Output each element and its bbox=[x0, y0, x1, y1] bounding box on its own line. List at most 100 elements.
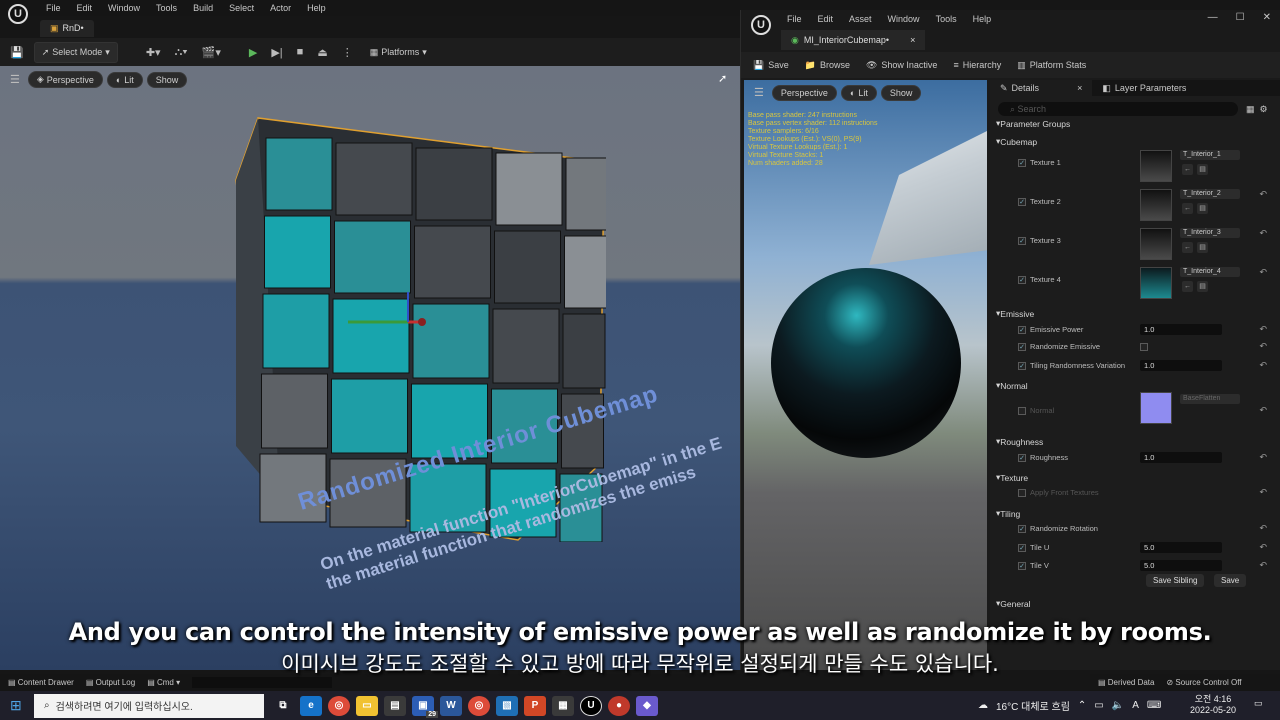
normal-reset-icon[interactable]: ↶ bbox=[1259, 405, 1267, 416]
menu-window[interactable]: Window bbox=[100, 3, 148, 13]
emissive-power-checkbox[interactable]: ✓ bbox=[1018, 325, 1026, 334]
chrome-icon[interactable]: ◎ bbox=[328, 695, 350, 716]
file-explorer-icon[interactable]: ▭ bbox=[356, 695, 378, 716]
toolbar-show-inactive-button[interactable]: 👁 Show Inactive bbox=[866, 60, 937, 71]
apply-front-textures-reset-icon[interactable]: ↶ bbox=[1259, 487, 1267, 498]
details-search-input[interactable]: ⌕ Search bbox=[998, 102, 1238, 116]
texture-1-asset-select[interactable]: T_Interior_1 bbox=[1180, 150, 1240, 160]
group-texture[interactable]: ▾ Texture bbox=[990, 470, 1280, 485]
texture-4-asset-select[interactable]: T_Interior_4 bbox=[1180, 267, 1240, 277]
maximize-icon[interactable]: ☐ bbox=[1236, 12, 1245, 23]
save-button[interactable]: Save bbox=[1214, 574, 1247, 587]
material-menu-edit[interactable]: Edit bbox=[810, 14, 842, 24]
browse-icon[interactable]: ▤ bbox=[1197, 242, 1208, 253]
menu-file[interactable]: File bbox=[38, 3, 69, 13]
tile-u-reset-icon[interactable]: ↶ bbox=[1259, 542, 1267, 553]
texture-4-thumbnail[interactable] bbox=[1140, 267, 1172, 299]
texture-3-reset-icon[interactable]: ↶ bbox=[1259, 228, 1267, 239]
table-view-icon[interactable]: ▦ bbox=[1246, 104, 1255, 115]
close-icon[interactable]: × bbox=[1077, 83, 1082, 93]
unreal-logo-icon[interactable]: U bbox=[8, 4, 28, 24]
hamburger-icon[interactable]: ☰ bbox=[750, 84, 768, 101]
randomize-rotation-reset-icon[interactable]: ↶ bbox=[1259, 523, 1267, 534]
use-selected-icon[interactable]: ← bbox=[1182, 164, 1193, 175]
tiling-randomness-checkbox[interactable]: ✓ bbox=[1018, 361, 1026, 370]
toolbar-hierarchy-button[interactable]: ≡ Hierarchy bbox=[953, 60, 1001, 70]
emissive-power-reset-icon[interactable]: ↶ bbox=[1259, 324, 1267, 335]
badge-app-icon[interactable]: ▣ 29 bbox=[412, 695, 438, 718]
group-cubemap[interactable]: ▾ Cubemap bbox=[990, 134, 1280, 149]
material-menu-asset[interactable]: Asset bbox=[841, 14, 880, 24]
preview-lit-button[interactable]: ◐ Lit bbox=[840, 84, 877, 101]
use-selected-icon[interactable]: ← bbox=[1182, 242, 1193, 253]
preview-show-button[interactable]: Show bbox=[880, 84, 922, 101]
windows-start-icon[interactable]: ⊞ bbox=[10, 697, 22, 714]
app-3-icon[interactable]: ◆ bbox=[636, 695, 658, 716]
details-tab[interactable]: ✎ Details × bbox=[990, 80, 1093, 96]
tile-v-value-input[interactable]: 5.0 bbox=[1140, 560, 1222, 571]
tile-u-checkbox[interactable]: ✓ bbox=[1018, 543, 1026, 552]
content-drawer-button[interactable]: ▤ Content Drawer bbox=[8, 678, 74, 687]
weather-text[interactable]: 16°C 대체로 흐림 bbox=[996, 698, 1070, 713]
randomize-emissive-value-checkbox[interactable] bbox=[1140, 342, 1148, 351]
save-sibling-button[interactable]: Save Sibling bbox=[1146, 574, 1205, 587]
save-icon[interactable]: 💾 bbox=[6, 44, 28, 61]
stop-icon[interactable]: ■ bbox=[293, 44, 308, 60]
edge-icon[interactable]: e bbox=[300, 695, 322, 716]
group-general[interactable]: ▾ General bbox=[990, 596, 1280, 611]
close-tab-icon[interactable]: × bbox=[910, 35, 915, 45]
output-log-button[interactable]: ▤ Output Log bbox=[86, 678, 135, 687]
source-control-button[interactable]: ⊘ Source Control Off bbox=[1166, 678, 1241, 687]
select-cursor-icon[interactable]: ➚ bbox=[714, 70, 731, 87]
menu-build[interactable]: Build bbox=[185, 3, 221, 13]
texture-4-checkbox[interactable]: ✓ bbox=[1018, 275, 1026, 284]
group-parameter_groups[interactable]: ▾ Parameter Groups bbox=[990, 116, 1280, 131]
texture-3-asset-select[interactable]: T_Interior_3 bbox=[1180, 228, 1240, 238]
select-mode-button[interactable]: ➚ Select Mode ▾ bbox=[33, 41, 118, 63]
network-icon[interactable]: ▭ bbox=[1094, 700, 1103, 711]
play-icon[interactable]: ▶ bbox=[245, 44, 261, 61]
roughness-reset-icon[interactable]: ↶ bbox=[1259, 452, 1267, 463]
browse-icon[interactable]: ▤ bbox=[1197, 281, 1208, 292]
hamburger-icon[interactable]: ☰ bbox=[6, 71, 24, 88]
settings-gear-icon[interactable]: ⚙ bbox=[1260, 104, 1268, 115]
perspective-button[interactable]: ◈ Perspective bbox=[27, 71, 103, 88]
lit-button[interactable]: ◐ Lit bbox=[106, 71, 143, 88]
cmd-button[interactable]: ▤ Cmd ▾ bbox=[147, 678, 180, 687]
tile-v-reset-icon[interactable]: ↶ bbox=[1259, 560, 1267, 571]
chrome-alt-icon[interactable]: ◎ bbox=[468, 695, 490, 716]
apply-front-textures-checkbox[interactable] bbox=[1018, 488, 1026, 497]
volume-icon[interactable]: 🔈 bbox=[1112, 700, 1124, 711]
texture-2-checkbox[interactable]: ✓ bbox=[1018, 197, 1026, 206]
texture-1-thumbnail[interactable] bbox=[1140, 150, 1172, 182]
eject-icon[interactable]: ⏏ bbox=[313, 44, 331, 61]
texture-4-reset-icon[interactable]: ↶ bbox=[1259, 267, 1267, 278]
level-tab[interactable]: ▣ RnD• bbox=[40, 19, 94, 37]
material-tab[interactable]: ◉ MI_InteriorCubemap• × bbox=[781, 30, 926, 50]
material-menu-file[interactable]: File bbox=[779, 14, 810, 24]
toolbar-platform-stats-button[interactable]: ▥ Platform Stats bbox=[1017, 60, 1086, 71]
blueprint-icon[interactable]: ⛬▾ bbox=[171, 44, 192, 61]
tile-v-checkbox[interactable]: ✓ bbox=[1018, 561, 1026, 570]
menu-tools[interactable]: Tools bbox=[148, 3, 185, 13]
app-icon[interactable]: ▤ bbox=[384, 695, 406, 716]
normal-asset-select[interactable]: BaseFlatten bbox=[1180, 394, 1240, 404]
use-selected-icon[interactable]: ← bbox=[1182, 281, 1193, 292]
roughness-checkbox[interactable]: ✓ bbox=[1018, 453, 1026, 462]
material-preview-viewport[interactable]: ☰ Perspective ◐ Lit Show Base pass shader… bbox=[744, 80, 987, 670]
randomize-emissive-checkbox[interactable]: ✓ bbox=[1018, 342, 1026, 351]
ime-icon[interactable]: A bbox=[1132, 700, 1139, 711]
cinematics-icon[interactable]: 🎬▾ bbox=[198, 44, 225, 61]
word-icon[interactable]: W bbox=[440, 695, 462, 716]
close-icon[interactable]: ✕ bbox=[1263, 12, 1271, 23]
minimize-icon[interactable]: — bbox=[1208, 12, 1218, 23]
unreal-logo-icon[interactable]: U bbox=[751, 15, 771, 35]
keyboard-icon[interactable]: ⌨ bbox=[1147, 700, 1161, 711]
task-view-icon[interactable]: ⧉ bbox=[272, 696, 294, 716]
material-menu-help[interactable]: Help bbox=[965, 14, 1000, 24]
texture-2-reset-icon[interactable]: ↶ bbox=[1259, 189, 1267, 200]
normal-thumbnail[interactable] bbox=[1140, 392, 1172, 424]
group-emissive[interactable]: ▾ Emissive bbox=[990, 306, 1280, 321]
add-actor-icon[interactable]: ✚▾ bbox=[142, 44, 165, 61]
notification-icon[interactable]: ▭ bbox=[1254, 698, 1263, 709]
